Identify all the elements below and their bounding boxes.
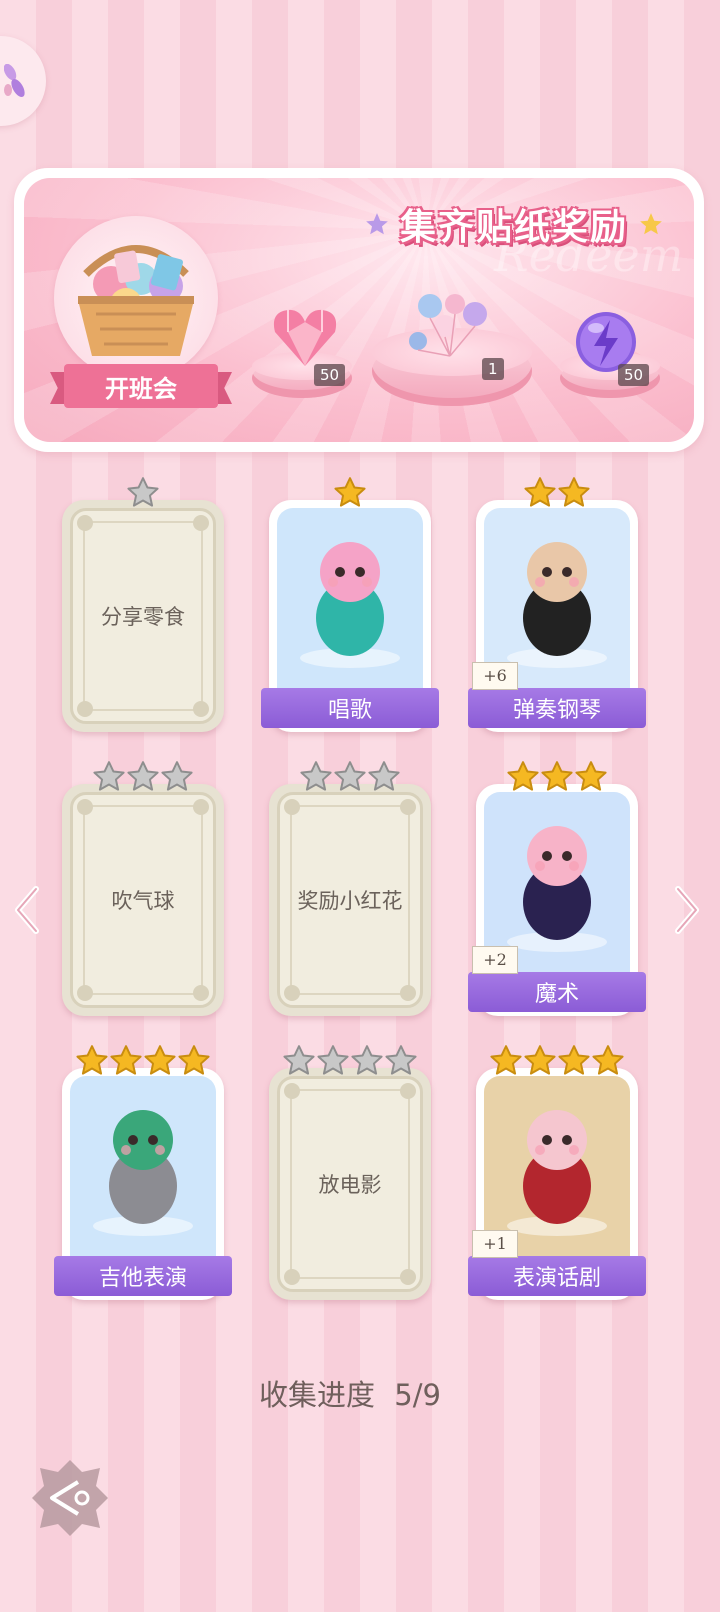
gold-star-icon [558,477,590,507]
grey-star-icon [161,761,193,791]
duplicate-count-tag: +1 [472,1230,518,1258]
progress-value: 5/9 [394,1378,441,1412]
gold-star-icon [76,1045,108,1075]
purple-star-icon [366,213,388,235]
banner-title: 集齐贴纸奖励 [400,207,629,248]
sticker-card[interactable]: 唱歌 [261,500,439,732]
grey-star-icon [385,1045,417,1075]
star-rating [92,760,194,794]
sticker-name-bar: 表演话剧 [468,1256,646,1296]
reward-count-1: 50 [314,364,346,386]
sticker-card[interactable]: 奖励小红花 [269,784,431,1016]
gold-star-icon [575,761,607,791]
grey-star-icon [351,1045,383,1075]
grey-star-icon [283,1045,315,1075]
sticker-card[interactable]: 放电影 [269,1068,431,1300]
gold-star-icon [110,1045,142,1075]
sticker-label: 魔术 [534,982,579,1007]
back-button[interactable] [30,1458,110,1538]
snack-basket-icon [78,245,194,356]
grand-reward-basket[interactable] [54,216,218,380]
gold-star-icon [490,1045,522,1075]
sticker-name-bar: 弹奏钢琴 [468,688,646,728]
star-rating [506,760,608,794]
peacock-singing-illustration [300,542,400,668]
progress-label: 收集进度 [259,1378,376,1412]
banner-title-group: 集齐贴纸奖励 [364,194,664,254]
star-rating [523,476,591,510]
sticker-card[interactable]: 弹奏钢琴 +6 [468,500,646,732]
grey-star-icon [300,761,332,791]
sticker-label: 奖励小红花 [297,889,403,913]
sticker-name-bar: 吉他表演 [54,1256,232,1296]
star-rating [282,1044,418,1078]
sticker-name-bar: 唱歌 [261,688,439,728]
sticker-card[interactable]: 表演话剧 +1 [468,1068,646,1300]
magician-girl-illustration [507,826,607,952]
grey-star-icon [317,1045,349,1075]
sticker-name-bar: 魔术 [468,972,646,1012]
star-rating [299,760,401,794]
gold-star-icon [178,1045,210,1075]
sticker-label: 表演话剧 [512,1266,601,1291]
sticker-label: 放电影 [318,1173,382,1197]
next-page-arrow-icon[interactable] [672,885,702,935]
gold-star-icon [507,761,539,791]
previous-page-arrow-icon[interactable] [12,885,42,935]
gold-star-icon [592,1045,624,1075]
sticker-label: 吉他表演 [98,1266,187,1291]
basket-label: 开班会 [105,374,177,403]
sticker-label: 弹奏钢琴 [512,698,601,723]
sticker-label: 吹气球 [111,889,175,913]
wolf-guitar-illustration [93,1110,193,1236]
sticker-card[interactable]: 分享零食 [62,500,224,732]
duplicate-count-tag: +6 [472,662,518,690]
sticker-label: 唱歌 [327,698,372,723]
balloon-bunch-icon[interactable] [400,286,500,366]
pink-heart-gem-icon[interactable] [270,306,340,370]
gold-star-icon [524,477,556,507]
grey-star-icon [127,761,159,791]
reward-count-2: 1 [482,358,504,380]
sticker-card[interactable]: 魔术 +2 [468,784,646,1016]
cat-girl-red-hood-illustration [507,1110,607,1236]
yellow-star-icon [640,213,662,235]
duplicate-count-tag: +2 [472,946,518,974]
gold-star-icon [541,761,573,791]
top-menu-button[interactable] [0,36,46,126]
gold-star-icon [144,1045,176,1075]
star-rating [333,476,367,510]
grey-star-icon [127,477,159,507]
grey-star-icon [368,761,400,791]
grey-star-icon [334,761,366,791]
gold-star-icon [334,477,366,507]
collection-progress: 收集进度 5/9 [0,1372,700,1414]
star-rating [126,476,160,510]
pinwheel-icon [4,64,25,98]
reward-banner: Redeem 开班会 集齐贴纸奖励 50 1 50 [14,168,704,452]
reward-count-3: 50 [618,364,650,386]
boy-playing-piano-illustration [507,542,607,668]
sticker-label: 分享零食 [101,605,185,629]
gold-star-icon [558,1045,590,1075]
sticker-card[interactable]: 吹气球 [62,784,224,1016]
grey-star-icon [93,761,125,791]
star-rating [489,1044,625,1078]
gold-star-icon [524,1045,556,1075]
star-rating [75,1044,211,1078]
sticker-card[interactable]: 吉他表演 [54,1068,232,1300]
basket-ribbon: 开班会 [50,364,232,408]
